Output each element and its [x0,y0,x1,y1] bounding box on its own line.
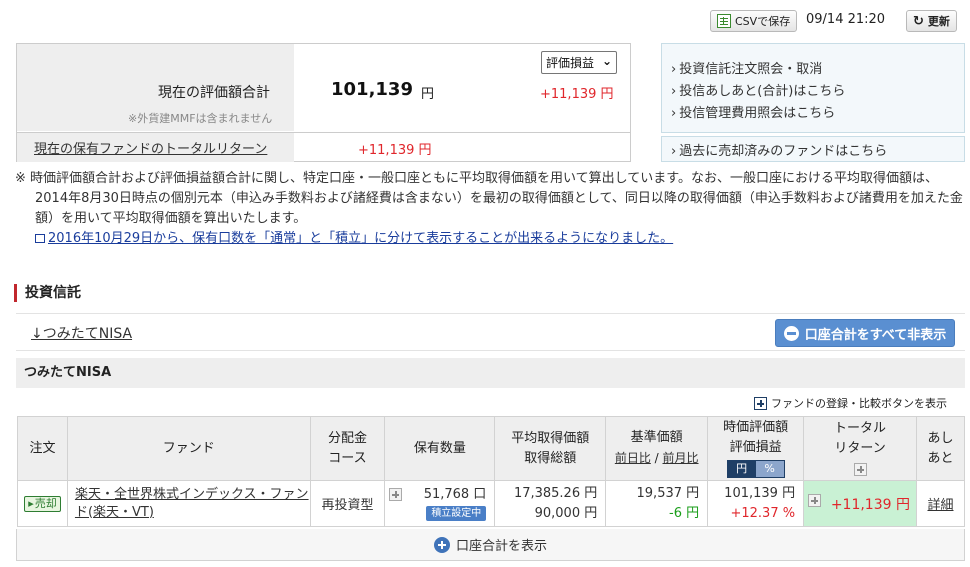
col-base-price: 基準価額 前日比 / 前月比 [605,416,709,481]
col-order: 注文 [17,416,68,481]
csv-icon [717,14,731,28]
distribution-course: 再投資型 [309,480,386,527]
section-title: 投資信託 [14,284,81,302]
holdings-table: 注文 ファンド 分配金 コース 保有数量 平均取得価額 取得総額 基準価額 前日比 … [17,416,966,527]
display-mode-select[interactable]: 評価損益 ⌄ [541,51,617,74]
display-change-notice-link[interactable]: 2016年10月29日から、保有口数を「通常」と「積立」に分けて表示することが出… [48,231,673,246]
detail-link[interactable]: 詳細 [927,498,953,513]
timestamp: 09/14 21:20 [806,12,886,27]
account-group-header: つみたてNISA [16,358,965,388]
gain-value: +11,139 円 [540,87,614,102]
col-distribution: 分配金 コース [309,416,386,481]
refresh-label: 更新 [927,15,950,28]
col-footsteps: あし あと [915,416,966,481]
note-text: ※ 時価評価額合計および評価損益額合計に関し、特定口座・一般口座ともに平均取得価… [15,171,963,226]
order-inquiry-link[interactable]: 投資信託注文照会・取消 [671,58,822,77]
display-mode-value: 評価損益 [546,56,595,70]
average-price: 17,385.26 円 [513,485,598,501]
hide-all-totals-button[interactable]: 口座合計をすべて非表示 [775,319,955,347]
col-quantity: 保有数量 [384,416,496,481]
tsumitate-badge: 積立設定中 [426,505,487,521]
table-row: 売却 楽天・全世界株式インデックス・ファンド(楽天・VT) 再投資型 51,76… [17,480,966,527]
unit-toggle[interactable]: 円% [726,460,785,478]
plus-circle-icon [433,536,450,553]
total-return-link[interactable]: 現在の保有ファンドのトータルリターン [34,138,267,157]
fund-name-link[interactable]: 楽天・全世界株式インデックス・ファンド(楽天・VT) [75,487,309,520]
market-value: 101,139 円 [724,485,796,501]
sort-prev-day-link[interactable]: 前日比 [615,451,651,465]
plus-square-icon [754,396,767,410]
external-link-icon [35,234,45,243]
calculation-note: ※ 時価評価額合計および評価損益額合計に関し、特定口座・一般口座ともに平均取得価… [15,169,965,249]
expand-total-return-icon[interactable] [853,463,867,476]
toggle-percent[interactable]: % [755,461,784,477]
show-account-total-label: 口座合計を表示 [455,539,547,554]
valuation-label: 現在の評価額合計 [158,85,270,101]
sort-prev-month-link[interactable]: 前月比 [663,451,699,465]
fee-inquiry-link[interactable]: 投信管理費用照会はこちら [671,102,835,121]
hide-all-totals-label: 口座合計をすべて非表示 [804,327,947,343]
row-total-return: +11,139 円 [830,496,910,513]
quantity-value: 51,768 口 [423,486,487,502]
sold-funds-link[interactable]: 過去に売却済みのファンドはこちら [671,140,887,159]
col-market-value: 時価評価額 評価損益 円% [707,416,805,481]
refresh-button[interactable]: ↻ 更新 [906,10,957,32]
col-average-cost: 平均取得価額 取得総額 [494,416,607,481]
valuation-value: 101,139 [331,79,413,100]
base-price-change: -6 円 [669,505,700,521]
col-fund: ファンド [66,416,311,481]
toggle-yen[interactable]: 円 [727,461,756,477]
footsteps-link[interactable]: 投信あしあと(合計)はこちら [671,80,845,99]
base-price: 19,537 円 [636,485,700,501]
csv-save-label: CSVで保存 [735,15,791,28]
expand-row-total-return-icon[interactable] [808,493,822,507]
register-compare-label: ファンドの登録・比較ボタンを表示 [771,397,947,410]
sell-button[interactable]: 売却 [24,495,61,512]
mmf-note: ※外貨建MMFは含まれません [128,112,273,125]
csv-save-button[interactable]: CSVで保存 [710,10,798,32]
gain-percent: +12.37 % [730,505,796,521]
refresh-icon: ↻ [913,13,924,29]
register-compare-toggle[interactable]: ファンドの登録・比較ボタンを表示 [754,395,947,411]
col-total-return: トータル リターン [803,416,917,481]
chevron-down-icon: ⌄ [601,54,612,68]
total-return-value: +11,139 円 [358,143,432,158]
show-account-total-button[interactable]: 口座合計を表示 [16,529,965,561]
valuation-unit: 円 [421,87,435,102]
total-cost: 90,000 円 [534,505,598,521]
tsumitate-nisa-anchor-link[interactable]: ↓つみたてNISA [31,323,132,343]
expand-quantity-icon[interactable] [389,487,403,501]
minus-circle-icon [783,325,799,341]
